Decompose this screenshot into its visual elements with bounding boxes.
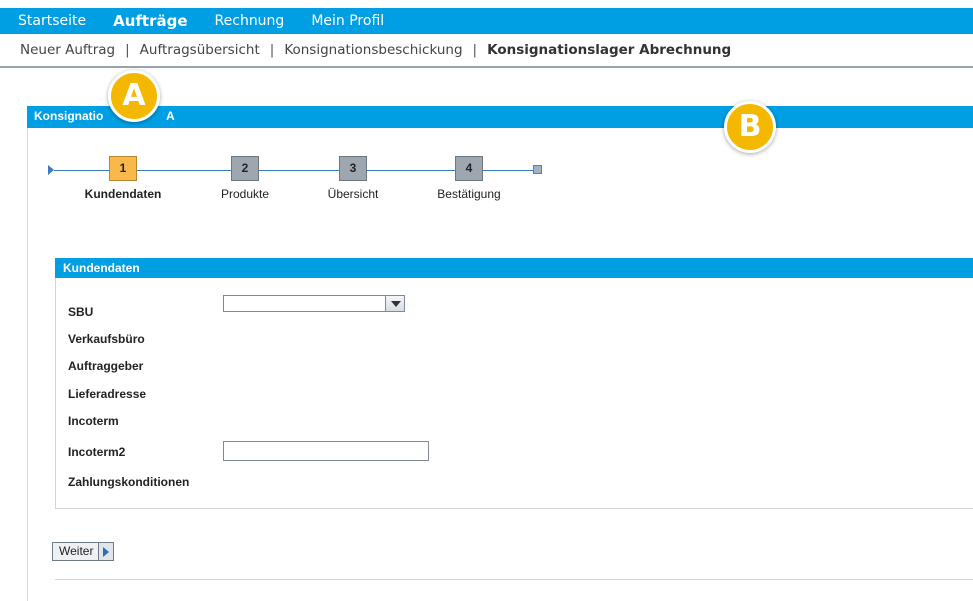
- wizard-step-4-label: Bestätigung: [437, 187, 501, 201]
- subnav-auftragsuebersicht[interactable]: Auftragsübersicht: [140, 42, 260, 58]
- panel-title: Konsignatio: [34, 109, 104, 123]
- subnav-neuer-auftrag[interactable]: Neuer Auftrag: [20, 42, 115, 58]
- nav-mein-profil[interactable]: Mein Profil: [311, 13, 384, 29]
- label-verkaufsbuero: Verkaufsbüro: [68, 332, 145, 346]
- arrow-right-icon: [99, 543, 114, 560]
- section-body: [55, 278, 973, 509]
- subnav-konsignationsbeschickung[interactable]: Konsignationsbeschickung: [284, 42, 462, 58]
- section-header-kundendaten: Kundendaten: [55, 258, 973, 278]
- incoterm2-input[interactable]: [223, 441, 429, 461]
- sbu-dropdown-button[interactable]: [385, 295, 405, 312]
- wizard-step-3: 3: [339, 156, 367, 181]
- panel-border: [27, 128, 28, 601]
- section-title: Kundendaten: [63, 261, 140, 275]
- weiter-button[interactable]: Weiter: [52, 542, 115, 561]
- wizard-line: [482, 170, 534, 171]
- wizard-step-4: 4: [455, 156, 483, 181]
- sub-navigation: Neuer Auftrag | Auftragsübersicht | Kons…: [0, 34, 973, 68]
- wizard-step-1-label: Kundendaten: [84, 187, 162, 201]
- wizard-step-2: 2: [231, 156, 259, 181]
- bottom-divider: [55, 579, 973, 580]
- wizard-line: [136, 170, 232, 171]
- nav-rechnung[interactable]: Rechnung: [215, 13, 285, 29]
- subnav-separator: |: [269, 42, 275, 58]
- sbu-select[interactable]: [223, 295, 405, 312]
- chevron-down-icon: [391, 301, 401, 307]
- weiter-button-label: Weiter: [53, 543, 100, 560]
- label-lieferadresse: Lieferadresse: [68, 387, 147, 401]
- subnav-separator: |: [125, 42, 130, 58]
- annotation-badge-a: A: [108, 70, 160, 122]
- nav-auftraege[interactable]: Aufträge: [113, 12, 187, 30]
- annotation-badge-b: B: [724, 101, 776, 153]
- wizard-step-2-label: Produkte: [220, 187, 270, 201]
- wizard-step-3-label: Übersicht: [327, 187, 379, 201]
- label-incoterm: Incoterm: [68, 414, 119, 428]
- panel-title-tail: A: [166, 109, 175, 123]
- label-auftraggeber: Auftraggeber: [68, 359, 144, 373]
- wizard-line: [258, 170, 340, 171]
- label-zahlungskonditionen: Zahlungskonditionen: [68, 475, 190, 489]
- wizard-line: [366, 170, 456, 171]
- wizard-step-1: 1: [109, 156, 137, 181]
- main-navigation: Startseite Aufträge Rechnung Mein Profil: [0, 8, 973, 34]
- panel-header: Konsignatio A: [27, 106, 973, 128]
- nav-startseite[interactable]: Startseite: [18, 13, 86, 29]
- subnav-separator: |: [472, 42, 478, 58]
- wizard-end-marker: [533, 165, 542, 174]
- label-sbu: SBU: [68, 305, 94, 319]
- label-incoterm2: Incoterm2: [68, 445, 126, 459]
- subnav-konsignationslager-abrechnung[interactable]: Konsignationslager Abrechnung: [487, 42, 731, 58]
- wizard-line: [54, 170, 110, 171]
